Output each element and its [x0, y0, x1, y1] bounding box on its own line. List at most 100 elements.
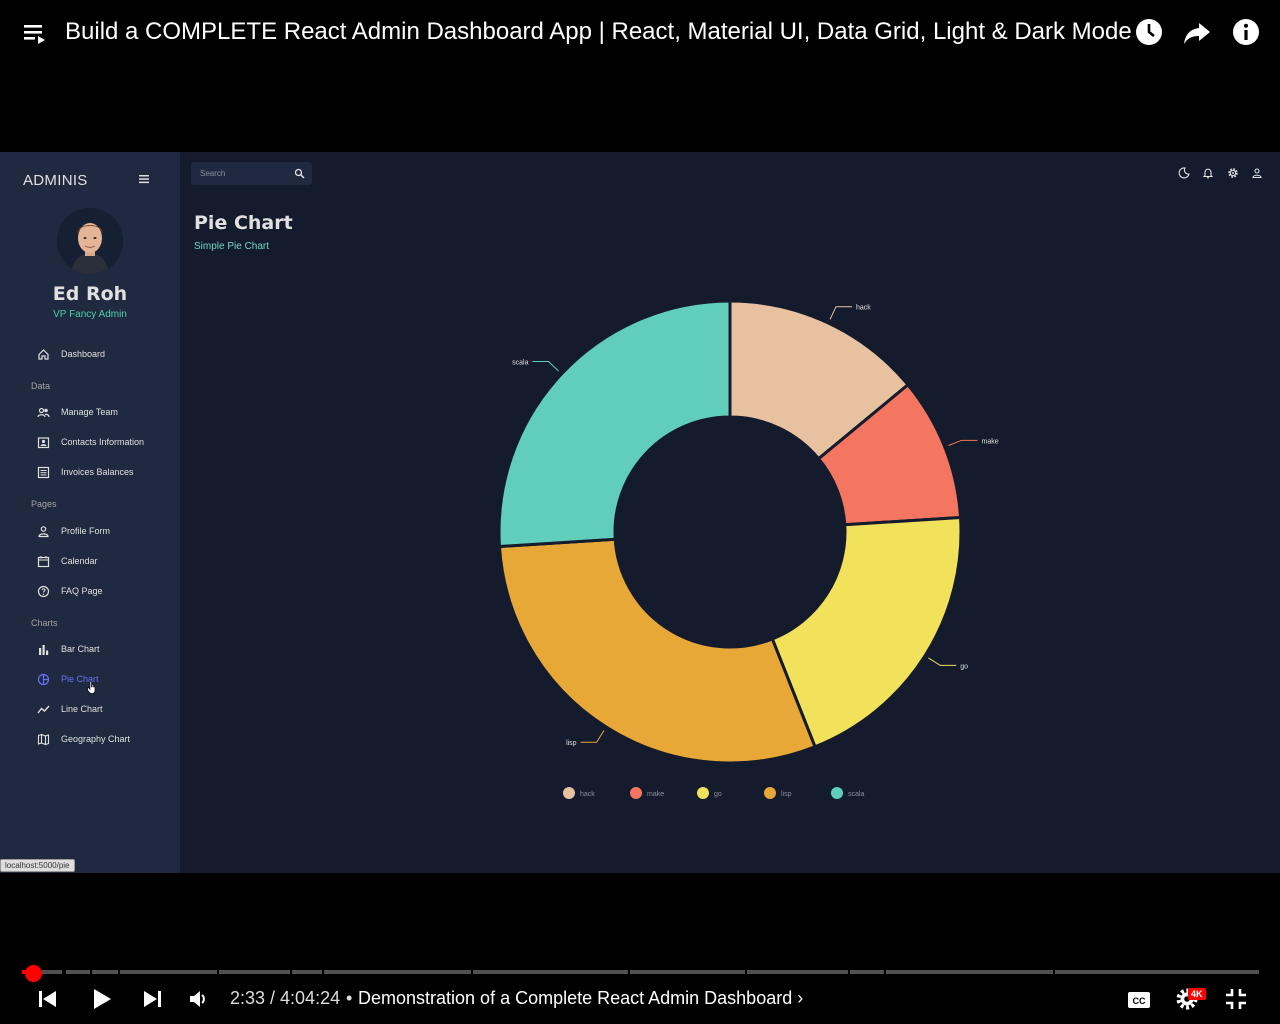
notifications-icon[interactable] — [1202, 167, 1214, 179]
sidebar-item-label: Line Chart — [61, 704, 103, 714]
avatar — [57, 208, 123, 274]
section-label-data: Data — [31, 381, 51, 391]
progress-bar[interactable] — [22, 970, 1259, 974]
user-icon[interactable] — [1251, 167, 1263, 179]
search-bar — [191, 162, 312, 185]
chapter-segment[interactable] — [473, 970, 628, 974]
sidebar-item-label: Dashboard — [61, 349, 106, 359]
legend-label[interactable]: go — [714, 791, 722, 798]
sidebar-item-label: Calendar — [61, 556, 98, 566]
arc-link-line — [928, 657, 957, 666]
sidebar-item-profile-form[interactable]: Profile Form — [30, 520, 170, 542]
sidebar-item-label: Profile Form — [61, 526, 111, 536]
brand-logo: ADMINIS — [23, 172, 88, 189]
svg-text:CC: CC — [1133, 996, 1146, 1006]
sidebar-item-line-chart[interactable]: Line Chart — [30, 698, 170, 720]
user-name: Ed Roh — [52, 283, 128, 305]
arc-link-line — [829, 306, 853, 320]
progress-scrubber[interactable] — [25, 965, 42, 982]
sidebar-item-label: Geography Chart — [61, 734, 131, 744]
chapter-title[interactable]: Demonstration of a Complete React Admin … — [358, 988, 803, 1009]
legend-swatch — [831, 787, 843, 799]
sidebar-item-contacts[interactable]: Contacts Information — [30, 431, 170, 453]
mouse-cursor-icon — [87, 681, 96, 694]
sidebar-item-label: Invoices Balances — [61, 467, 134, 477]
menu-collapse-icon[interactable] — [137, 172, 151, 186]
dark-mode-icon[interactable] — [1178, 167, 1190, 179]
section-label-charts: Charts — [31, 618, 58, 628]
legend-label[interactable]: hack — [580, 791, 595, 798]
arc-link-label: scala — [512, 360, 528, 367]
chapter-segment[interactable] — [219, 970, 290, 974]
chapter-segment[interactable] — [66, 970, 90, 974]
volume-icon[interactable] — [186, 986, 212, 1012]
person-icon — [38, 525, 49, 537]
chapter-segment[interactable] — [292, 970, 322, 974]
home-icon — [38, 348, 49, 360]
arc-link-line — [580, 730, 605, 743]
sidebar-item-label: Manage Team — [61, 407, 118, 417]
watch-later-icon[interactable] — [1133, 16, 1165, 48]
user-role: VP Fancy Admin — [53, 309, 127, 320]
chapter-segment[interactable] — [1055, 970, 1259, 974]
video-title[interactable]: Build a COMPLETE React Admin Dashboard A… — [65, 18, 1132, 46]
people-icon — [37, 407, 50, 417]
sidebar-item-calendar[interactable]: Calendar — [30, 550, 170, 572]
pie-slice-scala[interactable] — [497, 299, 732, 549]
admin-dashboard-app: ADMINIS Ed Roh VP Fancy Admin Dashboard — [0, 152, 1280, 873]
next-icon[interactable] — [139, 986, 165, 1012]
chapter-segment[interactable] — [850, 970, 884, 974]
arc-link-label: make — [982, 438, 999, 445]
legend-label[interactable]: scala — [848, 791, 864, 798]
sidebar-item-pie-chart[interactable]: Pie Chart — [30, 668, 170, 694]
time-display: 2:33 / 4:04:24 — [230, 988, 341, 1008]
chapter-segment[interactable] — [324, 970, 471, 974]
search-input[interactable] — [200, 167, 290, 180]
sidebar-item-label: Contacts Information — [61, 437, 145, 447]
calendar-icon — [37, 555, 50, 567]
legend-swatch — [764, 787, 776, 799]
chapter-segment[interactable] — [747, 970, 848, 974]
info-icon[interactable] — [1230, 16, 1262, 48]
timeline-icon — [37, 705, 50, 713]
arc-link-label: go — [960, 663, 968, 670]
sidebar-item-manage-team[interactable]: Manage Team — [30, 401, 170, 423]
arc-link-line — [948, 439, 978, 446]
exit-fullscreen-icon[interactable] — [1223, 986, 1249, 1012]
legend-swatch — [630, 787, 642, 799]
search-icon[interactable] — [294, 168, 305, 179]
settings-icon[interactable] — [1227, 167, 1239, 179]
chapter-segment[interactable] — [92, 970, 118, 974]
sidebar-item-label: FAQ Page — [61, 586, 103, 596]
help-icon — [37, 585, 50, 597]
map-icon — [37, 733, 50, 745]
pie-slice-lisp[interactable] — [497, 537, 817, 765]
captions-icon[interactable]: CC — [1126, 987, 1152, 1013]
sidebar-item-faq[interactable]: FAQ Page — [30, 580, 170, 602]
sidebar-item-geography-chart[interactable]: Geography Chart — [30, 728, 170, 750]
sidebar-item-invoices[interactable]: Invoices Balances — [30, 461, 170, 483]
page-subtitle: Simple Pie Chart — [194, 241, 270, 252]
player-top-bar: Build a COMPLETE React Admin Dashboard A… — [0, 0, 1280, 64]
playlist-icon[interactable] — [22, 20, 50, 46]
play-icon[interactable] — [88, 986, 114, 1012]
chapter-segment[interactable] — [630, 970, 745, 974]
chapter-segment[interactable] — [120, 970, 217, 974]
legend-label[interactable]: lisp — [781, 791, 792, 798]
previous-icon[interactable] — [35, 986, 61, 1012]
arc-link-label: hack — [856, 305, 871, 312]
legend-swatch — [697, 787, 709, 799]
chapter-separator: • — [346, 988, 353, 1008]
pie-chart-icon — [37, 673, 50, 685]
sidebar-item-bar-chart[interactable]: Bar Chart — [30, 638, 170, 660]
sidebar: ADMINIS Ed Roh VP Fancy Admin Dashboard — [0, 152, 180, 873]
section-label-pages: Pages — [31, 499, 57, 509]
share-icon[interactable] — [1181, 16, 1213, 48]
legend-swatch — [563, 787, 575, 799]
chapter-segment[interactable] — [886, 970, 1053, 974]
legend-label[interactable]: make — [647, 791, 664, 798]
status-url-tooltip: localhost:5000/pie — [0, 859, 75, 872]
sidebar-item-dashboard[interactable]: Dashboard — [30, 343, 170, 365]
arc-link-label: lisp — [566, 740, 577, 747]
contacts-icon — [37, 436, 50, 448]
